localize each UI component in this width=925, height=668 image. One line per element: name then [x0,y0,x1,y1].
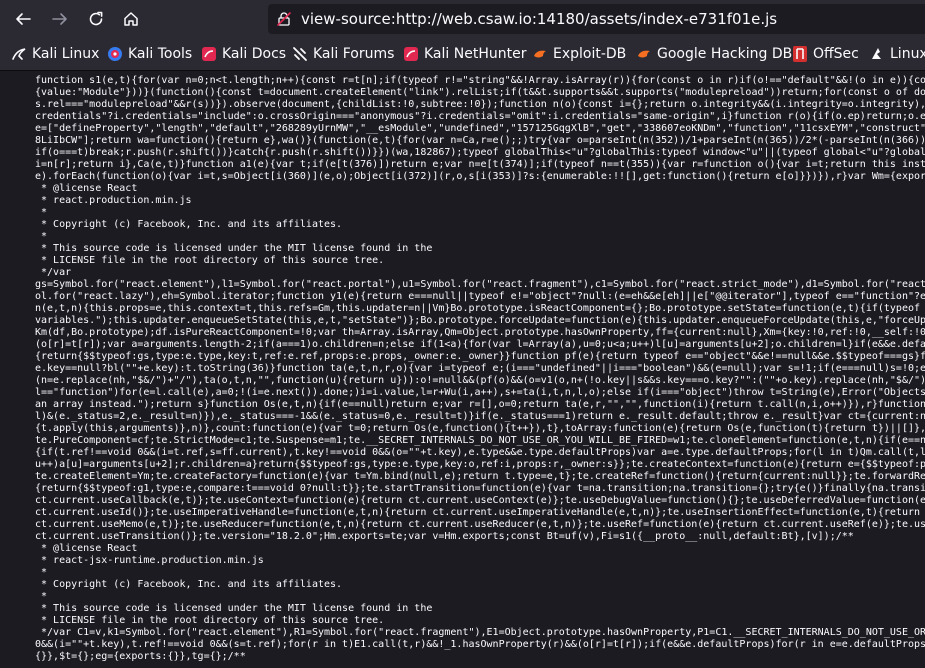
source-line: function s1(e,t){for(var n=0;n<t.length;… [35,75,925,86]
home-icon [124,12,138,26]
bookmark-kali-tools[interactable]: Kali Tools [107,44,192,64]
kali-nethunter-icon [404,47,418,61]
source-line: e).forEach(function(o){var i=t,s=Object[… [35,171,925,182]
source-line: * Copyright (c) Facebook, Inc. and its a… [35,579,343,590]
source-line: te.createElement=Ym;te.createFactory=fun… [35,471,925,482]
exploit-db-icon [534,50,546,58]
bookmarks-toolbar: Kali Linux Kali Tools Kali Docs Kali For… [0,38,925,71]
source-line: ct.current.useCallback(e,t)};te.useConte… [35,495,925,506]
url-text[interactable]: view-source:http://web.csaw.io:14180/ass… [301,10,777,28]
source-line: ol.for("react.lazy"),eh=Symbol.iterator;… [35,291,925,302]
bookmark-label: Kali NetHunter [424,46,527,62]
bookmark-offsec[interactable]: OffSec [792,44,859,64]
arrow-right-icon [52,13,67,25]
source-line: (o[r]=t[r]);var a=arguments.length-2;if(… [35,339,925,350]
source-line: * LICENSE file in the root directory of … [35,255,385,266]
source-line: l=="function")for(e=l.call(e),a=0;!(i=e.… [35,387,925,398]
bookmark-kali-linux[interactable]: Kali Linux [11,44,99,64]
url-bar[interactable]: view-source:http://web.csaw.io:14180/ass… [268,4,925,34]
source-line: te.PureComponent=cf;te.StrictMode=c1;te.… [35,435,925,446]
back-button[interactable] [8,4,38,34]
kali-docs-icon [202,47,216,61]
source-line: * react.production.min.js [35,195,192,206]
bookmark-kali-forums[interactable]: Kali Forums [292,44,394,64]
source-line: s.rel==="modulepreload"&&r(s))}).observe… [35,99,925,110]
source-line: e.key==null?bl(""+e.key):t.toString(36)}… [35,363,925,374]
bookmark-label: Kali Linux [32,46,100,62]
source-line: ct.current.useId()};te.useImperativeHand… [35,507,925,518]
linux-icon [872,48,881,59]
source-line: * Copyright (c) Facebook, Inc. and its a… [35,219,343,230]
forward-button[interactable] [45,4,75,34]
source-line: {}},$t={};eg={exports:{}},tg={};/** [35,651,246,662]
source-line: * This source code is licensed under the… [35,243,433,254]
source-line: l)&(e._status=2,e._result=n)}),e._status… [35,411,925,422]
bookmark-label: Kali Docs [222,46,287,62]
source-line: {t.apply(this,arguments)},n)},count:func… [35,423,925,434]
source-line: n(e,t,n){this.props=e,this.context=t,thi… [35,303,925,314]
offsec-icon [793,46,807,62]
source-line: an array instead.");return s}function Os… [35,399,925,410]
bookmark-label: Google Hacking DB [657,46,793,62]
ghdb-icon [638,50,650,58]
source-line: gs=Symbol.for("react.element"),l1=Symbol… [35,279,925,290]
source-line: * @license React [35,183,138,194]
home-button[interactable] [116,4,146,34]
source-line: * [35,591,48,602]
source-line: ct.current.useMemo(e,t)};te.useReducer=f… [35,519,925,530]
source-line: credentials"?i.credentials="include":o.c… [35,111,925,122]
source-line: * [35,231,48,242]
bookmark-label: Exploit-DB [553,46,627,62]
bookmark-google-hacking-db[interactable]: Google Hacking DB [636,44,792,64]
source-line: */var [35,267,72,278]
insecure-lock-icon[interactable] [276,11,292,27]
bookmark-label: OffSec [813,46,859,62]
bookmark-kali-nethunter[interactable]: Kali NetHunter [403,44,526,64]
source-line: * [35,567,48,578]
source-line: if(o===t)break;r.push(r.shift())}catch{r… [35,147,925,158]
arrow-left-icon [16,13,31,25]
source-line: variables.");this.updater.enqueueSetStat… [35,315,925,326]
source-line: 0&&(i=""+t.key),t.ref!==void 0&&(s=t.ref… [35,639,925,650]
source-line: {if(t.ref!==void 0&&(i=t.ref,s=ff.curren… [35,447,925,458]
source-line: * This source code is licensed under the… [35,603,433,614]
source-line: (n=e.replace(nh,"$&/")+"/"),ta(o,t,n,"",… [35,375,925,386]
bookmark-linux[interactable]: Linux [869,44,925,64]
reload-button[interactable] [81,4,111,34]
source-line: ct.current.useTransition()};te.version="… [35,531,854,542]
source-line: {return{$$typeof:gs,type:e.type,key:t,re… [35,351,925,362]
browser-toolbar: view-source:http://web.csaw.io:14180/ass… [0,0,925,38]
bookmark-label: Kali Forums [313,46,395,62]
kali-tools-icon [108,47,122,61]
source-line: e=["defineProperty","length","default","… [35,123,925,134]
bookmark-kali-docs[interactable]: Kali Docs [201,44,286,64]
source-line: * @license React [35,543,138,554]
reload-icon [89,11,103,26]
kali-forums-icon [293,47,307,61]
page-source-view: function s1(e,t){for(var n=0;n<t.length;… [0,71,925,668]
source-line: {return{$$typeof:g1,type:e,compare:t===v… [35,483,925,494]
source-line: Km(df,Bo.prototype);df.isPureReactCompon… [35,327,925,338]
kali-dragon-icon [12,48,26,60]
bookmark-label: Kali Tools [128,46,193,62]
source-code: function s1(e,t){for(var n=0;n<t.length;… [0,71,925,663]
source-line: * LICENSE file in the root directory of … [35,615,385,626]
source-line: 8LiIbCW"];return wa=function(){return e}… [35,135,925,146]
source-line: */var C1=v,k1=Symbol.for("react.element"… [35,627,925,638]
source-line: {value:"Module"}))}(function(){const t=d… [35,87,925,98]
source-line: * [35,207,48,218]
source-line: u++)a[u]=arguments[u+2];r.children=a}ret… [35,459,925,470]
source-line: i=n[r];return i},Ca(e,t)}function a1(e){… [35,159,925,170]
bookmark-exploit-db[interactable]: Exploit-DB [532,44,626,64]
source-line: * react-jsx-runtime.production.min.js [35,555,264,566]
bookmark-label: Linux [890,46,925,62]
